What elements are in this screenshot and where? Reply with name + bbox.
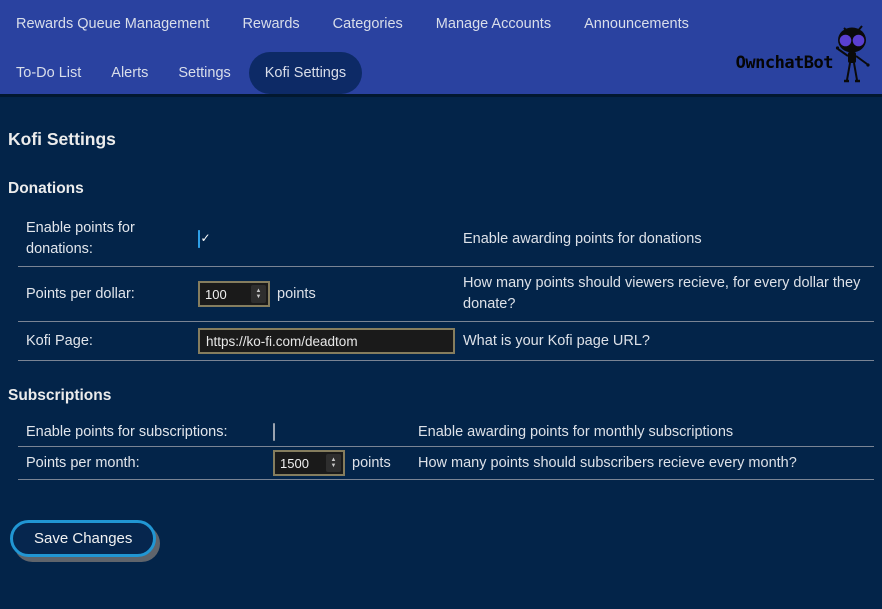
nav-item-announcements[interactable]: Announcements [584,16,689,32]
points-per-dollar-input[interactable] [200,287,251,302]
field-description: How many points should subscribers recie… [418,450,874,477]
logo-wordmark: OwnchatBot [736,53,833,73]
nav-item-todo-list[interactable]: To-Do List [16,65,81,81]
nav-item-settings[interactable]: Settings [178,65,230,81]
nav-item-categories[interactable]: Categories [333,16,403,32]
points-suffix-label: points [277,284,316,305]
robot-mascot-icon [830,22,876,88]
enable-subscription-points-checkbox[interactable] [273,423,275,441]
nav-item-kofi-settings[interactable]: Kofi Settings [249,52,362,94]
table-row-enable-donation-points: Enable points for donations: Enable awar… [18,212,874,267]
field-description: Enable awarding points for donations [463,223,874,256]
field-label: Points per month: [18,450,273,477]
save-changes-button[interactable]: Save Changes [10,520,156,557]
field-label: Kofi Page: [18,325,198,358]
nav-item-rewards[interactable]: Rewards [242,16,299,32]
enable-donation-points-checkbox[interactable] [198,230,200,248]
field-label: Enable points for donations: [18,212,198,266]
points-suffix-label: points [352,453,391,474]
points-per-dollar-input-wrap: ▲▼ [198,281,270,307]
donations-section-heading: Donations [8,180,874,198]
field-description: What is your Kofi page URL? [463,325,874,358]
page-title: Kofi Settings [8,129,874,150]
table-row-kofi-page: Kofi Page: What is your Kofi page URL? [18,322,874,361]
field-description: Enable awarding points for monthly subsc… [418,419,874,446]
field-label: Enable points for subscriptions: [18,419,273,446]
number-stepper-icon[interactable]: ▲▼ [251,285,266,303]
points-per-month-input-wrap: ▲▼ [273,450,345,476]
nav-item-manage-accounts[interactable]: Manage Accounts [436,16,551,32]
kofi-settings-page: Kofi Settings Donations Enable points fo… [0,129,882,557]
nav-item-alerts[interactable]: Alerts [111,65,148,81]
kofi-page-url-input[interactable] [198,328,455,354]
field-description: How many points should viewers recieve, … [463,267,874,321]
field-label: Points per dollar: [18,278,198,311]
ownchatbot-logo: OwnchatBot [736,22,876,88]
table-row-enable-subscription-points: Enable points for subscriptions: Enable … [18,419,874,447]
points-per-month-input[interactable] [275,456,326,471]
subscriptions-section-heading: Subscriptions [8,387,874,405]
table-row-points-per-dollar: Points per dollar: ▲▼ points How many po… [18,267,874,322]
top-navigation: Rewards Queue Management Rewards Categor… [0,0,882,97]
subscriptions-settings-table: Enable points for subscriptions: Enable … [18,419,874,480]
table-row-points-per-month: Points per month: ▲▼ points How many poi… [18,447,874,480]
nav-item-rewards-queue-management[interactable]: Rewards Queue Management [16,16,209,32]
number-stepper-icon[interactable]: ▲▼ [326,454,341,472]
donations-settings-table: Enable points for donations: Enable awar… [18,212,874,361]
